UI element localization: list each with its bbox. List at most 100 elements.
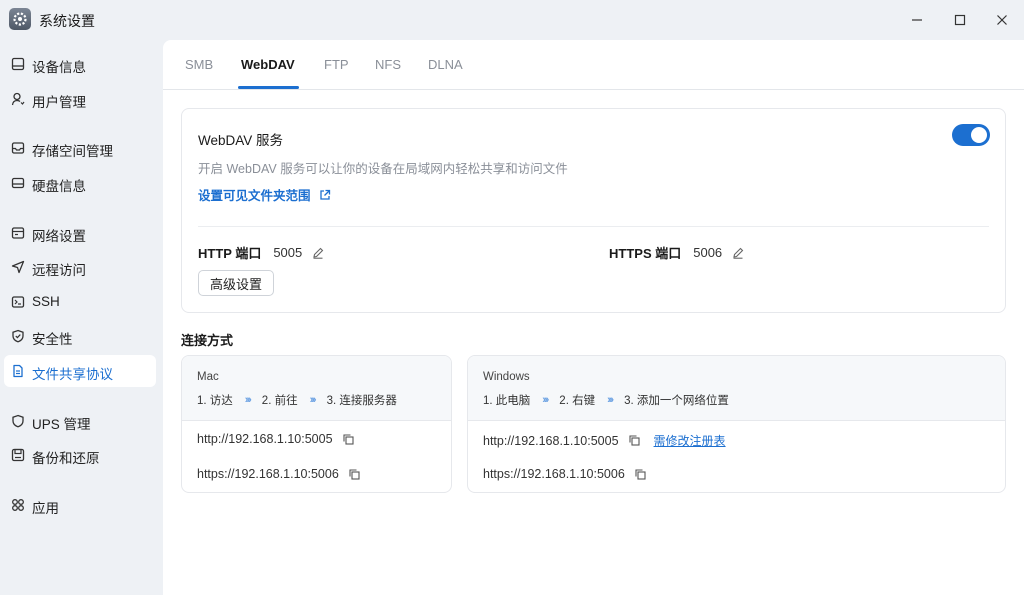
https-url-row: https://192.168.1.10:5006 (483, 467, 646, 481)
step: 3. 添加一个网络位置 (624, 395, 729, 407)
sidebar-item-label: 设备信息 (32, 60, 86, 75)
remote-access-icon (11, 260, 25, 274)
chevrons-icon: ››› (542, 394, 549, 406)
sidebar-item-apps[interactable]: 应用 (4, 489, 156, 521)
sidebar-item-label: 用户管理 (32, 95, 86, 110)
os-name: Mac (197, 371, 219, 383)
step: 3. 连接服务器 (326, 395, 397, 407)
tab-webdav[interactable]: WebDAV (241, 57, 295, 72)
advanced-settings-button[interactable]: 高级设置 (198, 270, 274, 296)
https-url-row: https://192.168.1.10:5006 (197, 467, 360, 481)
tab-nfs[interactable]: NFS (375, 57, 401, 72)
sidebar-item-label: 安全性 (32, 332, 73, 347)
tab-dlna[interactable]: DLNA (428, 57, 463, 72)
visible-folders-link[interactable]: 设置可见文件夹范围 (198, 185, 331, 204)
edit-pencil-icon[interactable] (732, 247, 744, 259)
copy-icon[interactable] (635, 468, 646, 480)
sidebar-item-label: 备份和还原 (32, 451, 100, 466)
terminal-icon (11, 296, 25, 308)
external-link-icon (319, 189, 330, 200)
disk-icon (11, 177, 25, 189)
http-url-row: http://192.168.1.10:5005 (197, 432, 354, 446)
sidebar-item-ups[interactable]: UPS 管理 (4, 405, 156, 437)
visible-folders-link-label: 设置可见文件夹范围 (198, 189, 311, 203)
chevrons-icon: ››› (244, 394, 252, 406)
webdav-service-card: WebDAV 服务 开启 WebDAV 服务可以让你的设备在局域网内轻松共享和访… (181, 108, 1006, 313)
mac-connection-card: Mac 1. 访达 ››› 2. 前往 ››› 3. 连接服务器 http://… (181, 355, 452, 493)
connection-steps: 1. 访达 ››› 2. 前往 ››› 3. 连接服务器 (197, 392, 397, 408)
shield-icon (12, 329, 24, 343)
copy-icon[interactable] (342, 433, 354, 445)
window-title: 系统设置 (39, 13, 95, 29)
apps-icon (12, 499, 24, 511)
sidebar-item-users[interactable]: 用户管理 (4, 83, 156, 115)
device-info-icon (11, 57, 25, 71)
sidebar-item-label: 文件共享协议 (32, 367, 113, 382)
http-port-label: HTTP 端口 (198, 246, 262, 261)
https-url: https://192.168.1.10:5006 (197, 467, 339, 481)
webdav-toggle[interactable] (952, 124, 990, 146)
http-port-row: HTTP 端口 5005 (198, 243, 324, 262)
sidebar-item-label: UPS 管理 (32, 417, 91, 432)
sidebar: 设备信息 用户管理 存储空间管理 硬盘信息 网络设置 远程访问 SSH 安全性 (0, 40, 162, 595)
windows-connection-card: Windows 1. 此电脑 ››› 2. 右键 ››› 3. 添加一个网络位置… (467, 355, 1006, 493)
sidebar-item-backup[interactable]: 备份和还原 (4, 439, 156, 471)
step: 1. 此电脑 (483, 395, 531, 407)
http-port-value: 5005 (273, 245, 303, 260)
sidebar-item-security[interactable]: 安全性 (4, 320, 156, 352)
document-icon (13, 364, 23, 378)
step: 2. 右键 (559, 395, 596, 407)
main-panel: SMB WebDAV FTP NFS DLNA WebDAV 服务 开启 Web… (163, 40, 1024, 595)
http-url: http://192.168.1.10:5005 (197, 432, 333, 446)
close-button[interactable] (987, 8, 1017, 32)
sidebar-item-file-sharing[interactable]: 文件共享协议 (4, 355, 156, 387)
sidebar-item-network[interactable]: 网络设置 (4, 217, 156, 249)
protocol-tabs: SMB WebDAV FTP NFS DLNA (163, 40, 1024, 90)
copy-icon[interactable] (349, 468, 360, 480)
sidebar-item-label: 存储空间管理 (32, 144, 113, 159)
sidebar-item-label: 应用 (32, 501, 59, 516)
sidebar-item-disk[interactable]: 硬盘信息 (4, 167, 156, 199)
http-url: http://192.168.1.10:5005 (483, 433, 619, 448)
settings-gear-icon (9, 8, 31, 30)
backup-icon (11, 448, 25, 462)
mac-connection-header: Mac 1. 访达 ››› 2. 前往 ››› 3. 连接服务器 (182, 356, 451, 421)
service-title: WebDAV 服务 (198, 133, 284, 148)
chevrons-icon: ››› (607, 394, 614, 406)
sidebar-item-ssh[interactable]: SSH (4, 286, 156, 318)
divider (198, 226, 989, 227)
windows-connection-header: Windows 1. 此电脑 ››› 2. 右键 ››› 3. 添加一个网络位置 (468, 356, 1005, 421)
tab-smb[interactable]: SMB (185, 57, 213, 72)
sidebar-item-device-info[interactable]: 设备信息 (4, 48, 156, 80)
user-icon (11, 92, 25, 106)
sidebar-item-label: 远程访问 (32, 263, 86, 278)
settings-window: 系统设置 设备信息 用户管理 存储空间管理 硬盘信息 网络设置 远程访问 SSH… (0, 0, 1024, 595)
http-url-row: http://192.168.1.10:5005 需修改注册表 (483, 432, 726, 449)
https-url: https://192.168.1.10:5006 (483, 467, 625, 481)
connection-steps: 1. 此电脑 ››› 2. 右键 ››› 3. 添加一个网络位置 (483, 392, 729, 408)
https-port-row: HTTPS 端口 5006 (609, 243, 744, 262)
registry-link[interactable]: 需修改注册表 (654, 432, 726, 449)
edit-pencil-icon[interactable] (312, 247, 324, 259)
storage-icon (11, 142, 25, 154)
sidebar-item-storage[interactable]: 存储空间管理 (4, 132, 156, 164)
sidebar-item-label: 硬盘信息 (32, 179, 86, 194)
sidebar-item-remote-access[interactable]: 远程访问 (4, 251, 156, 283)
copy-icon[interactable] (628, 435, 640, 446)
os-name: Windows (483, 371, 530, 383)
service-description: 开启 WebDAV 服务可以让你的设备在局域网内轻松共享和访问文件 (198, 162, 568, 176)
step: 2. 前往 (261, 395, 298, 407)
tab-ftp[interactable]: FTP (324, 57, 349, 72)
network-icon (11, 227, 25, 239)
step: 1. 访达 (197, 395, 233, 407)
sidebar-item-label: 网络设置 (32, 229, 86, 244)
https-port-value: 5006 (693, 245, 723, 260)
sidebar-item-label: SSH (32, 294, 60, 309)
https-port-label: HTTPS 端口 (609, 246, 682, 261)
active-tab-indicator (238, 86, 299, 89)
connection-methods-title: 连接方式 (181, 333, 234, 348)
minimize-button[interactable] (902, 8, 932, 32)
chevrons-icon: ››› (309, 394, 317, 406)
maximize-button[interactable] (945, 8, 975, 32)
ups-shield-icon (12, 414, 24, 428)
